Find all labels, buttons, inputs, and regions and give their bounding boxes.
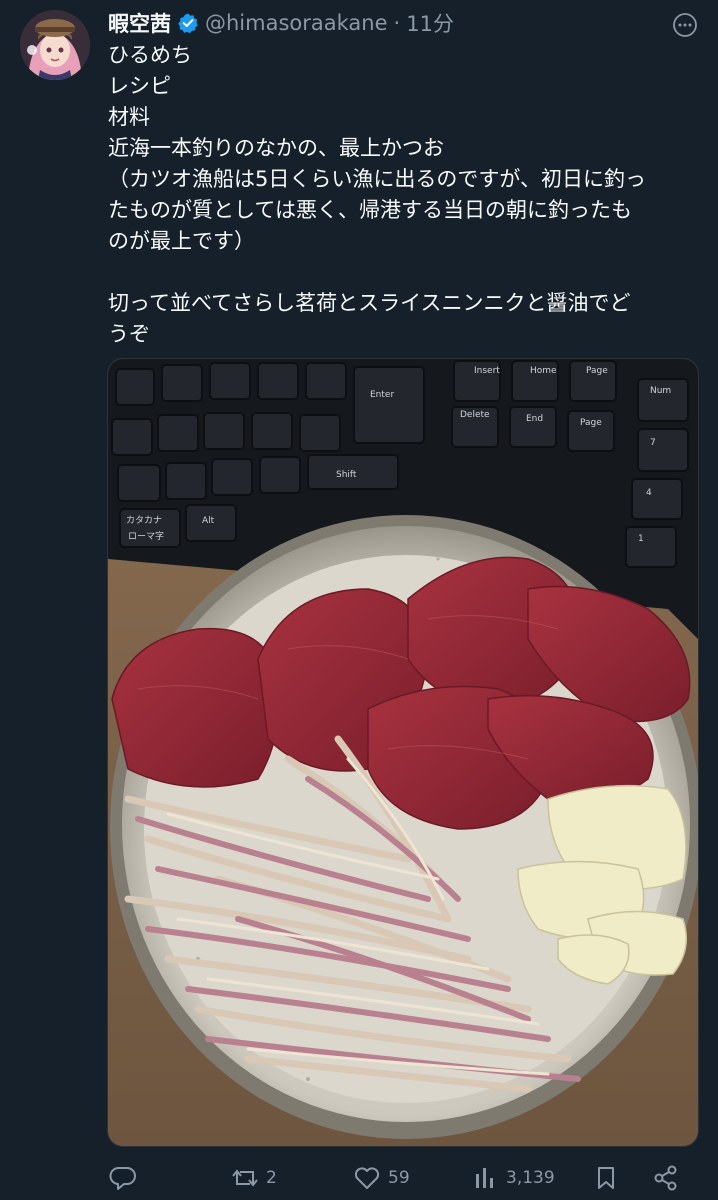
svg-text:7: 7 xyxy=(650,438,656,448)
avatar-image xyxy=(20,10,90,80)
avatar[interactable] xyxy=(20,10,90,80)
timestamp[interactable]: 11分 xyxy=(406,8,454,38)
svg-text:Shift: Shift xyxy=(336,470,357,480)
tweet-line: ひるめち xyxy=(108,43,192,67)
heart-icon xyxy=(354,1167,380,1189)
like-count: 59 xyxy=(388,1168,410,1188)
views-count: 3,139 xyxy=(506,1168,555,1188)
tweet-line: うぞ xyxy=(108,322,150,346)
bookmark-button[interactable] xyxy=(592,1160,620,1196)
views-button[interactable]: 3,139 xyxy=(472,1160,555,1196)
views-chart-icon xyxy=(476,1168,493,1188)
retweet-count: 2 xyxy=(266,1168,277,1188)
more-options-button[interactable] xyxy=(668,10,702,40)
svg-text:Home: Home xyxy=(530,366,557,376)
tweet-actions: 2 59 3,139 xyxy=(108,1160,688,1200)
tweet-text: ひるめち レシピ 材料 近海一本釣りのなかの、最上かつお （カツオ漁船は5日くら… xyxy=(108,40,698,350)
reply-icon xyxy=(109,1167,136,1190)
photo-bonito-sashimi-plate: Insert Home Page Delete End Page Enter S… xyxy=(108,359,698,1146)
svg-text:Alt: Alt xyxy=(202,516,215,526)
bookmark-icon xyxy=(598,1167,614,1189)
tweet-header: 暇空茜 @himasoraakane · 11分 xyxy=(108,8,454,38)
tweet[interactable]: 暇空茜 @himasoraakane · 11分 ひるめち レシピ 材料 近海一… xyxy=(0,0,718,1200)
tweet-photo[interactable]: Insert Home Page Delete End Page Enter S… xyxy=(107,358,699,1147)
tweet-line xyxy=(108,257,698,288)
tweet-line: 近海一本釣りのなかの、最上かつお xyxy=(108,136,444,160)
svg-text:Insert: Insert xyxy=(474,366,500,376)
retweet-button[interactable]: 2 xyxy=(230,1160,277,1196)
like-button[interactable]: 59 xyxy=(352,1160,410,1196)
separator-dot: · xyxy=(393,11,401,35)
tweet-line: （カツオ漁船は5日くらい漁に出るのですが、初日に釣っ xyxy=(108,167,646,191)
reply-button[interactable] xyxy=(108,1160,144,1196)
svg-text:Num: Num xyxy=(650,386,671,396)
more-options-icon xyxy=(673,13,697,37)
svg-text:Delete: Delete xyxy=(460,410,490,420)
verified-badge-icon xyxy=(177,12,199,34)
tweet-line: 材料 xyxy=(108,105,150,129)
tweet-line: のが最上です） xyxy=(108,229,255,253)
svg-text:4: 4 xyxy=(646,488,652,498)
svg-text:1: 1 xyxy=(638,534,644,544)
svg-text:ローマ字: ローマ字 xyxy=(128,530,164,542)
share-button[interactable] xyxy=(652,1160,680,1196)
svg-text:Page: Page xyxy=(580,418,602,428)
svg-text:End: End xyxy=(526,414,543,424)
svg-text:カタカナ: カタカナ xyxy=(126,515,162,526)
share-icon xyxy=(654,1165,677,1191)
user-handle[interactable]: @himasoraakane xyxy=(205,11,388,35)
tweet-line: たものが質としては悪く、帰港する当日の朝に釣ったも xyxy=(108,198,632,222)
retweet-icon xyxy=(232,1169,258,1187)
svg-text:Page: Page xyxy=(586,366,608,376)
display-name[interactable]: 暇空茜 xyxy=(108,8,171,38)
svg-text:Enter: Enter xyxy=(370,390,394,400)
tweet-line: レシピ xyxy=(108,74,171,98)
tweet-line: 切って並べてさらし茗荷とスライスニンニクと醤油でど xyxy=(108,291,631,315)
